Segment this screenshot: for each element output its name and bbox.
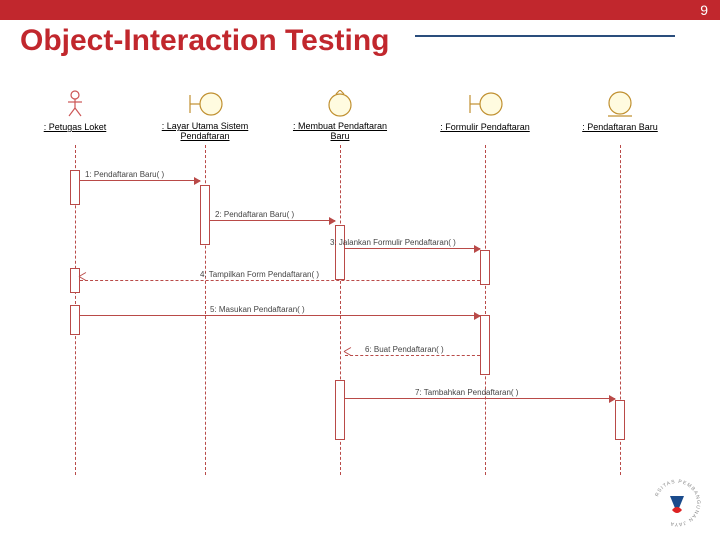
message-label: 5: Masukan Pendaftaran( ) <box>210 305 305 314</box>
title-rule <box>415 35 675 37</box>
activation-bar <box>70 305 80 335</box>
activation-bar <box>480 250 490 285</box>
message-arrow: 7: Tambahkan Pendaftaran( ) <box>345 398 615 399</box>
activation-bar <box>335 380 345 440</box>
activation-bar <box>335 225 345 280</box>
arrowhead-icon <box>194 177 201 185</box>
message-label: 4: Tampilkan Form Pendaftaran( ) <box>200 270 319 279</box>
message-label: 3: Jalankan Formulir Pendaftaran( ) <box>330 238 456 247</box>
actor-icon <box>65 90 85 118</box>
boundary-icon <box>465 90 505 118</box>
activation-bar <box>70 268 80 293</box>
message-return: 4: Tampilkan Form Pendaftaran( ) <box>80 280 480 281</box>
lifeline-entity: : Pendaftaran Baru <box>575 90 665 133</box>
lifeline-boundary-2: : Formulir Pendaftaran <box>425 90 545 133</box>
message-arrow: 3: Jalankan Formulir Pendaftaran( ) <box>345 248 480 249</box>
university-logo: RSITAS PEMBANGUNAN JAYA <box>652 478 702 528</box>
lifeline-label: : Membuat Pendaftaran Baru <box>290 122 390 142</box>
message-label: 1: Pendaftaran Baru( ) <box>85 170 164 179</box>
page-number: 9 <box>700 2 708 18</box>
lifeline-control: : Membuat Pendaftaran Baru <box>290 90 390 142</box>
message-return: 6: Buat Pendaftaran( ) <box>345 355 480 356</box>
boundary-icon <box>185 90 225 118</box>
arrowhead-icon <box>329 217 336 225</box>
message-label: 2: Pendaftaran Baru( ) <box>215 210 294 219</box>
lifeline-label: : Formulir Pendaftaran <box>440 123 530 133</box>
header-bar: 9 <box>0 0 720 20</box>
lifeline-label: : Pendaftaran Baru <box>582 123 658 133</box>
control-icon <box>325 90 355 118</box>
activation-bar <box>200 185 210 245</box>
activation-bar <box>70 170 80 205</box>
sequence-diagram: : Petugas Loket : Layar Utama Sistem Pen… <box>30 90 680 480</box>
lifeline-boundary: : Layar Utama Sistem Pendaftaran <box>145 90 265 142</box>
message-arrow: 1: Pendaftaran Baru( ) <box>80 180 200 181</box>
lifeline-label: : Layar Utama Sistem Pendaftaran <box>145 122 265 142</box>
message-arrow: 5: Masukan Pendaftaran( ) <box>80 315 480 316</box>
slide-title: Object-Interaction Testing <box>0 20 720 58</box>
lifeline-line <box>485 145 486 475</box>
entity-icon <box>605 90 635 118</box>
arrowhead-icon <box>474 245 481 253</box>
message-arrow: 2: Pendaftaran Baru( ) <box>210 220 335 221</box>
message-label: 6: Buat Pendaftaran( ) <box>365 345 444 354</box>
arrowhead-icon <box>474 312 481 320</box>
activation-bar <box>615 400 625 440</box>
lifeline-actor: : Petugas Loket <box>40 90 110 133</box>
activation-bar <box>480 315 490 375</box>
arrowhead-icon <box>609 395 616 403</box>
message-label: 7: Tambahkan Pendaftaran( ) <box>415 388 518 397</box>
lifeline-label: : Petugas Loket <box>44 123 107 133</box>
